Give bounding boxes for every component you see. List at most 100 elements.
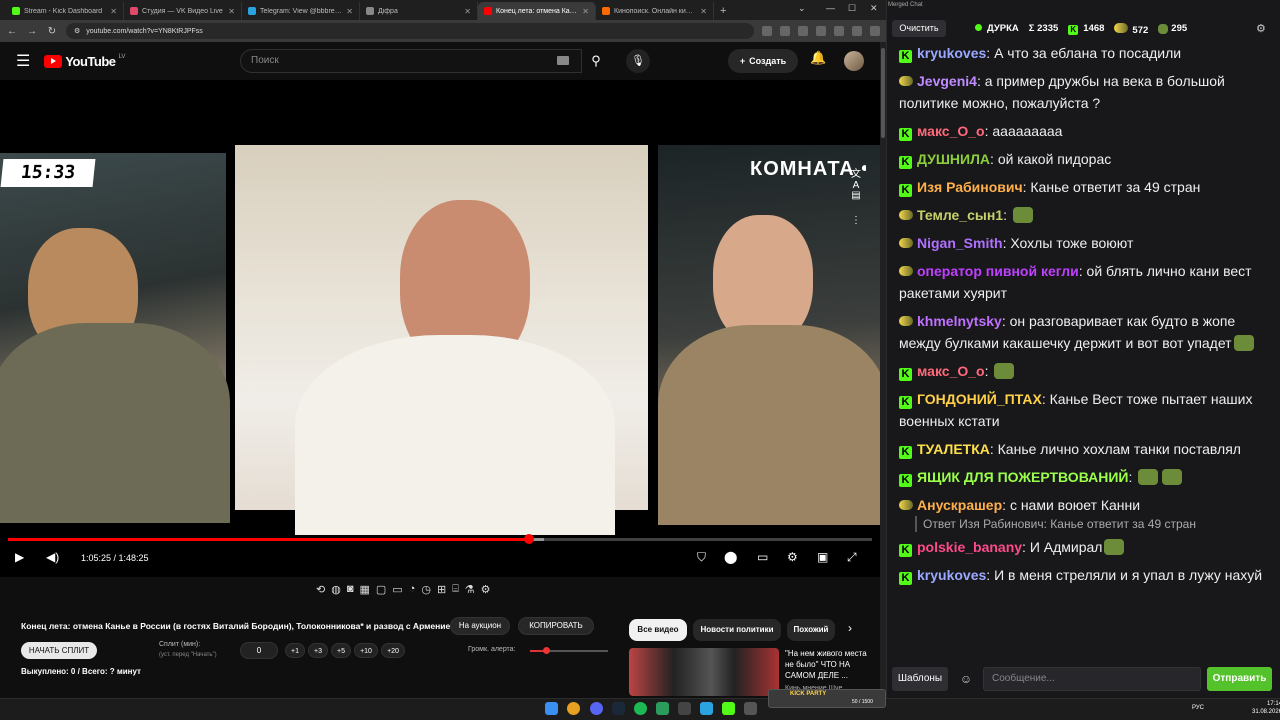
- speed-icon[interactable]: ◔: [409, 583, 416, 601]
- increment-button[interactable]: +5: [331, 643, 351, 658]
- search-icon[interactable]: ⚲: [583, 49, 609, 73]
- chat-username[interactable]: kryukoves: [917, 45, 986, 61]
- keyboard-icon[interactable]: [557, 56, 569, 65]
- chat-username[interactable]: ЯЩИК ДЛЯ ПОЖЕРТВОВАНИЙ: [917, 469, 1128, 485]
- chrome-icon[interactable]: [567, 702, 580, 715]
- chat-username[interactable]: ТУАЛЕТКА: [917, 441, 990, 457]
- chevron-right-icon[interactable]: ›: [848, 621, 852, 635]
- chat-username[interactable]: Jevgeni4: [917, 73, 977, 89]
- split-minutes-input[interactable]: 0: [240, 642, 278, 659]
- browser-tab[interactable]: Конец лета: отмена Канье в Р ✕: [478, 2, 596, 20]
- templates-button[interactable]: Шаблоны: [892, 667, 948, 691]
- fullscreen-icon[interactable]: ⤢: [847, 550, 857, 565]
- film-icon[interactable]: ▭: [392, 583, 402, 601]
- flask-icon[interactable]: ⚗: [465, 583, 475, 601]
- gear-icon[interactable]: ⚙: [481, 583, 491, 601]
- kick-icon[interactable]: [722, 702, 735, 715]
- send-button[interactable]: Отправить: [1207, 667, 1272, 691]
- close-tab-icon[interactable]: ✕: [110, 7, 117, 16]
- emoji-icon[interactable]: ☺: [955, 669, 977, 689]
- related-tab-politics[interactable]: Новости политики: [693, 619, 781, 641]
- app-icon[interactable]: [744, 702, 757, 715]
- chat-username[interactable]: polskie_banany: [917, 539, 1022, 555]
- more-options-icon[interactable]: ⋮: [848, 215, 864, 231]
- windows-start-icon[interactable]: [545, 702, 558, 715]
- increment-button[interactable]: +20: [381, 643, 405, 658]
- app-icon[interactable]: [656, 702, 669, 715]
- clear-chat-button[interactable]: Очистить: [892, 20, 946, 37]
- close-tab-icon[interactable]: ✕: [464, 7, 471, 16]
- screenshot-icon[interactable]: ⌸: [452, 583, 459, 601]
- hamburger-menu-icon[interactable]: ☰: [16, 51, 30, 71]
- volume-icon[interactable]: ◀): [46, 550, 59, 564]
- scrollbar-thumb[interactable]: [881, 48, 885, 138]
- browser-tab[interactable]: Дiфра ✕: [360, 2, 478, 20]
- spotify-icon[interactable]: [634, 702, 647, 715]
- downloads-icon[interactable]: [834, 26, 844, 36]
- subtitles-icon[interactable]: ▤: [848, 190, 864, 206]
- scrubber-handle[interactable]: [523, 534, 534, 544]
- autoplay-toggle[interactable]: ⬤: [724, 550, 737, 564]
- theater-mode-icon[interactable]: ▣: [817, 550, 828, 564]
- increment-button[interactable]: +10: [354, 643, 378, 658]
- system-clock[interactable]: 17:14 31.08.2026: [1252, 700, 1280, 716]
- language-indicator[interactable]: РУС: [1192, 705, 1204, 711]
- notifications-bell-icon[interactable]: 🔔: [810, 50, 826, 66]
- settings-icon[interactable]: ⚙: [787, 550, 798, 564]
- chat-username[interactable]: Nigan_Smith: [917, 235, 1003, 251]
- minimize-icon[interactable]: —: [826, 3, 835, 13]
- add-frame-icon[interactable]: ⊞: [437, 583, 446, 601]
- chat-username[interactable]: ГОНДОНИЙ_ПТАХ: [917, 391, 1042, 407]
- close-tab-icon[interactable]: ✕: [700, 7, 707, 16]
- related-tab-similar[interactable]: Похожий: [787, 619, 835, 641]
- search-input[interactable]: Поиск: [240, 49, 582, 73]
- browser-tab[interactable]: Stream - Kick Dashboard ✕: [6, 2, 124, 20]
- telegram-icon[interactable]: [700, 702, 713, 715]
- playback-rate-icon[interactable]: ◷: [421, 583, 431, 601]
- close-tab-icon[interactable]: ✕: [582, 7, 589, 16]
- copy-button[interactable]: КОПИРОВАТЬ: [518, 617, 594, 635]
- chat-username[interactable]: макс_О_о: [917, 363, 985, 379]
- extension-icon[interactable]: [798, 26, 808, 36]
- shield-icon[interactable]: ⛉: [697, 550, 706, 565]
- start-split-button[interactable]: НАЧАТЬ СПЛИТ: [21, 642, 97, 659]
- extension-icon[interactable]: [816, 26, 826, 36]
- youtube-logo[interactable]: YouTube LV: [44, 54, 125, 69]
- avatar[interactable]: [844, 51, 864, 71]
- resize-icon[interactable]: ▢: [376, 583, 386, 601]
- discord-icon[interactable]: [590, 702, 603, 715]
- increment-button[interactable]: +3: [308, 643, 328, 658]
- close-tab-icon[interactable]: ✕: [346, 7, 353, 16]
- chat-username[interactable]: kryukoves: [917, 567, 986, 583]
- chat-username[interactable]: макс_О_о: [917, 123, 985, 139]
- chat-username[interactable]: Темле_сын1: [917, 207, 1003, 223]
- app-icon[interactable]: [678, 702, 691, 715]
- auction-button[interactable]: На аукцион: [450, 617, 510, 635]
- browser-tab[interactable]: Студия — VK Видео Live ✕: [124, 2, 242, 20]
- slider-knob[interactable]: [542, 647, 550, 654]
- chat-username[interactable]: Изя Рабинович: [917, 179, 1023, 195]
- browser-tab[interactable]: Telegram: View @bbbreaking ✕: [242, 2, 360, 20]
- menu-icon[interactable]: [870, 26, 880, 36]
- camera-icon[interactable]: ◙: [347, 583, 354, 601]
- maximize-icon[interactable]: ☐: [848, 3, 856, 14]
- close-tab-icon[interactable]: ✕: [228, 7, 235, 16]
- new-tab-button[interactable]: +: [714, 2, 732, 20]
- chat-settings-icon[interactable]: ⚙: [1256, 22, 1266, 35]
- site-info-icon[interactable]: ⚙: [74, 27, 80, 35]
- chat-username[interactable]: khmelnytsky: [917, 313, 1002, 329]
- chat-username[interactable]: оператор пивной кегли: [917, 263, 1079, 279]
- back-icon[interactable]: ←: [6, 26, 18, 37]
- chat-username[interactable]: Анускрашер: [917, 497, 1002, 513]
- increment-button[interactable]: +1: [285, 643, 305, 658]
- zoom-icon[interactable]: [762, 26, 772, 36]
- microphone-icon[interactable]: 🎙: [626, 49, 650, 73]
- clapper-icon[interactable]: ▦: [359, 583, 369, 601]
- bookmark-icon[interactable]: [780, 26, 790, 36]
- chat-message-input[interactable]: Сообщение...: [983, 667, 1201, 691]
- loop-icon[interactable]: ⟲: [316, 583, 325, 601]
- alert-volume-slider[interactable]: [530, 647, 608, 654]
- steam-icon[interactable]: [612, 702, 625, 715]
- profile-icon[interactable]: [852, 26, 862, 36]
- close-window-icon[interactable]: ✕: [870, 3, 878, 14]
